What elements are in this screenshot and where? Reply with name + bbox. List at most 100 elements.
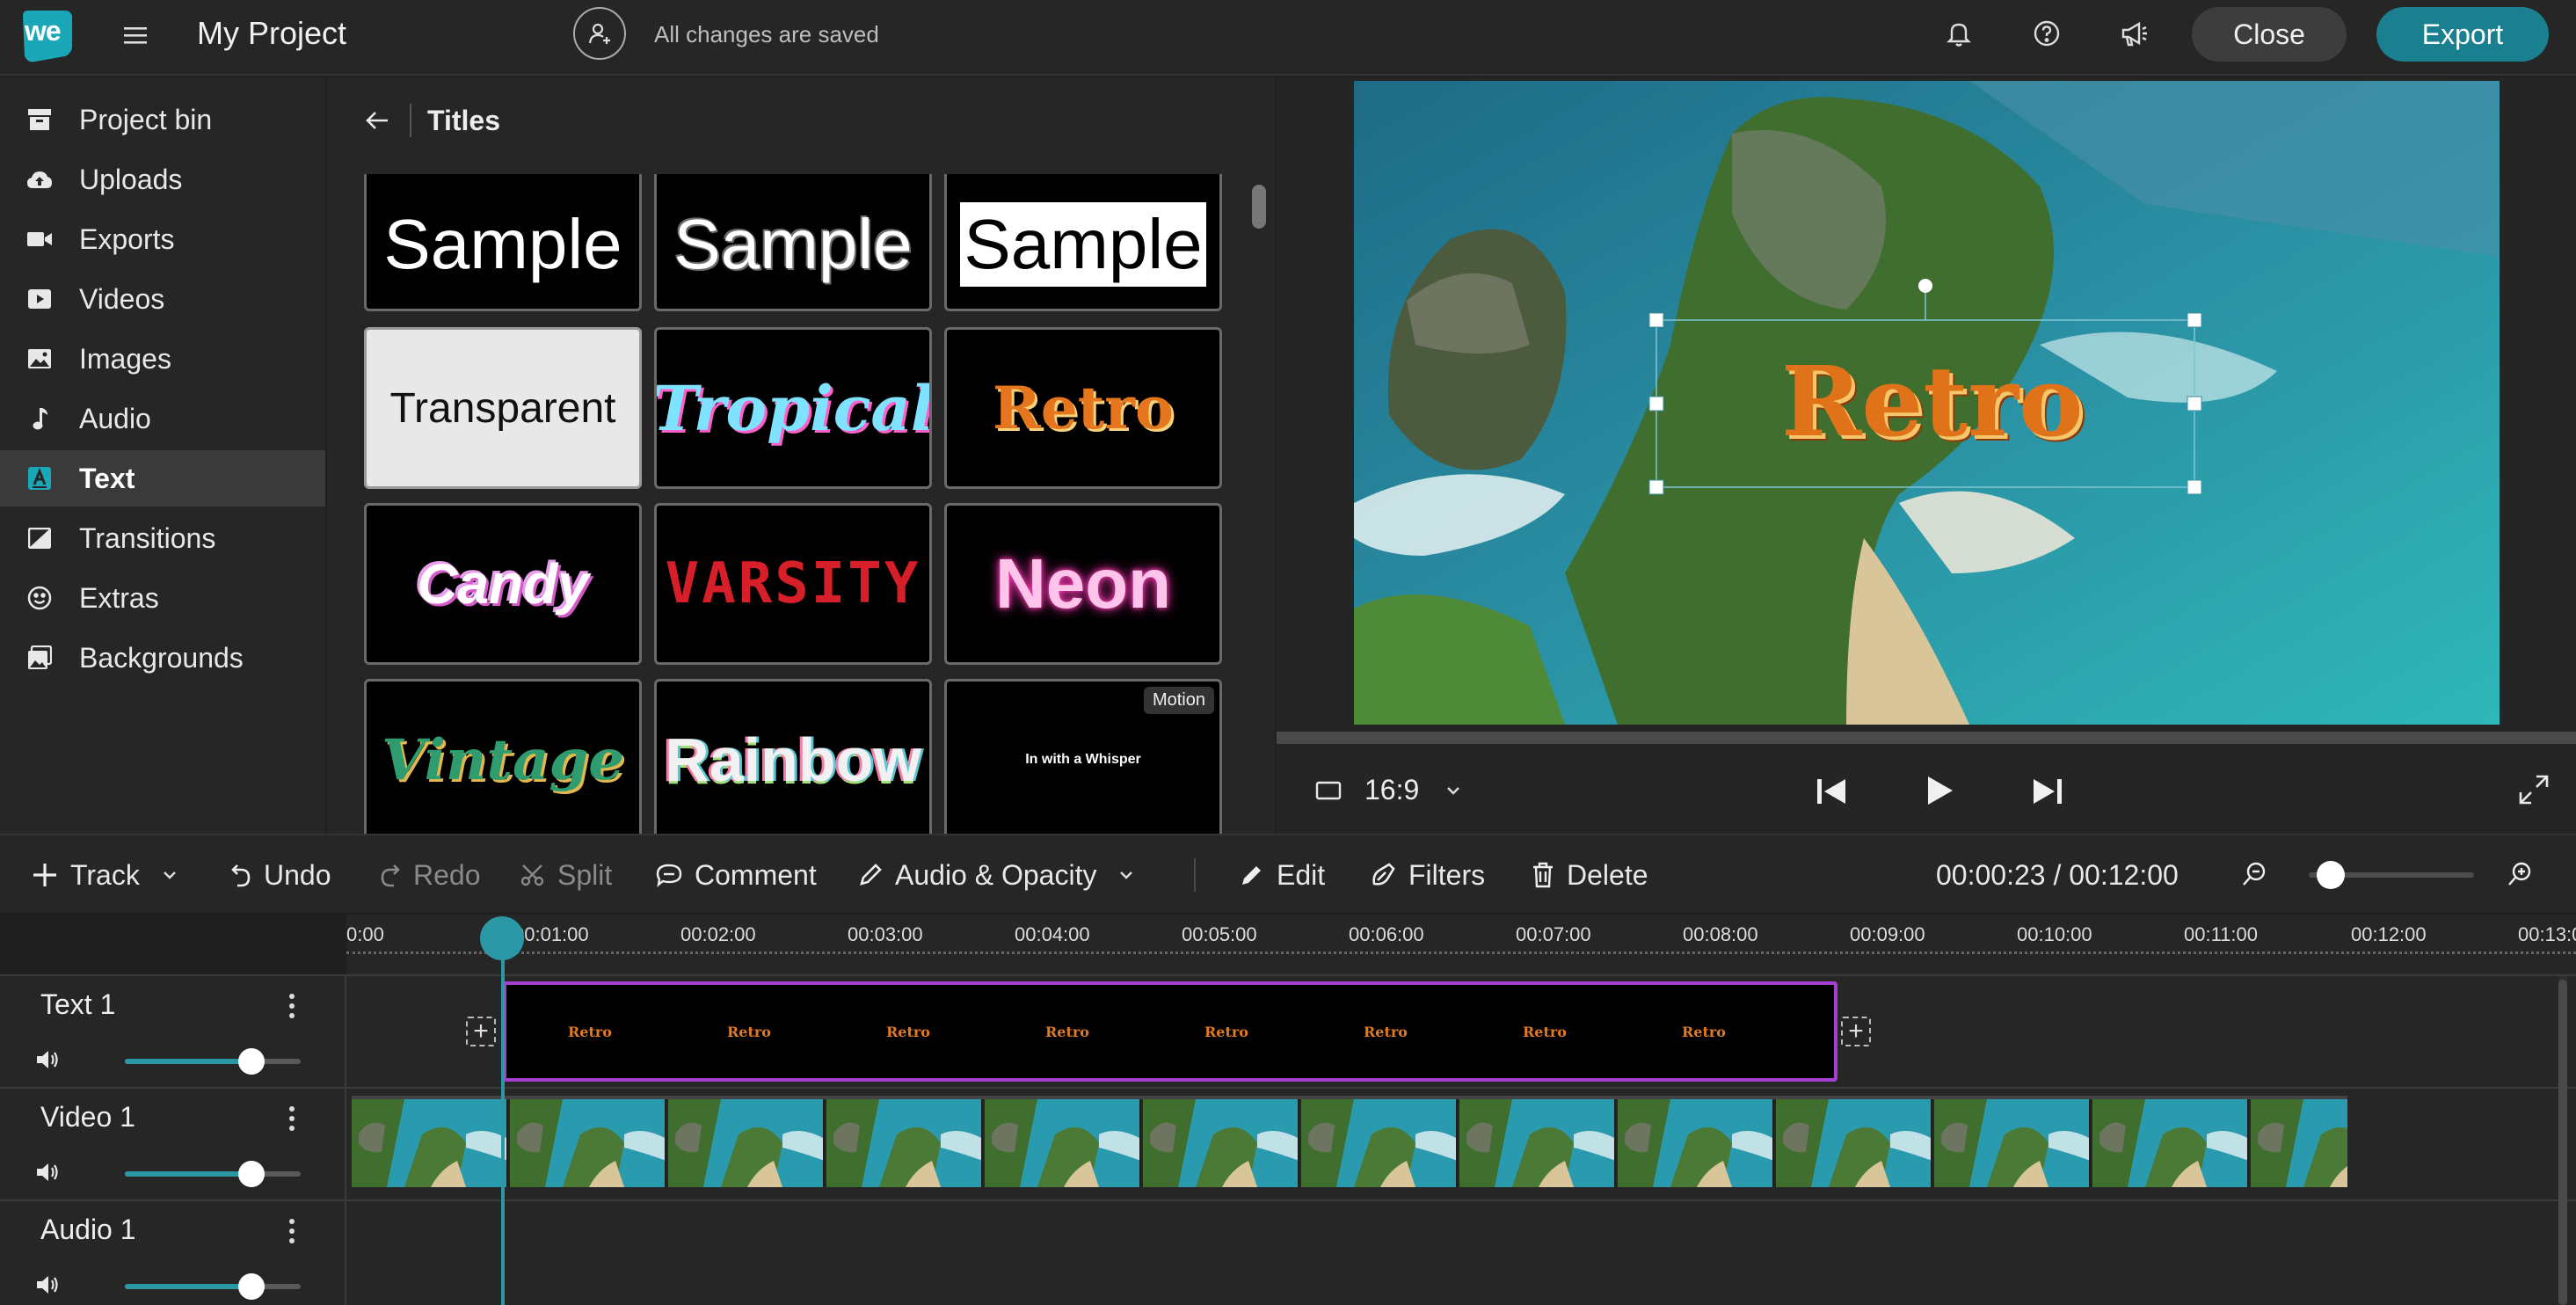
- speaker-icon[interactable]: [35, 1273, 60, 1296]
- add-track-label: Track: [70, 858, 140, 891]
- sidebar-item-project-bin[interactable]: Project bin: [0, 91, 325, 148]
- titles-scrollbar[interactable]: [1252, 185, 1266, 229]
- skip-back-icon[interactable]: [1813, 772, 1852, 811]
- add-before-clip-button[interactable]: +: [466, 1017, 496, 1046]
- split-button[interactable]: Split: [520, 835, 612, 915]
- title-tile-retro[interactable]: Retro: [944, 327, 1222, 489]
- sidebar-item-images[interactable]: Images: [0, 331, 325, 387]
- title-tile-sample-boxed[interactable]: Sample: [944, 174, 1222, 311]
- sidebar-item-extras[interactable]: Extras: [0, 570, 325, 626]
- timeline-scrollbar-thumb[interactable]: [2558, 980, 2567, 1305]
- video-frame-thumbnail: [510, 1099, 666, 1187]
- zoom-in-icon[interactable]: [2504, 858, 2536, 890]
- speaker-icon[interactable]: [35, 1161, 60, 1184]
- sidebar-item-label: Project bin: [79, 103, 213, 135]
- text-clip-retro[interactable]: Retro Retro Retro Retro Retro Retro Retro Retro: [503, 981, 1837, 1082]
- title-tile-transparent[interactable]: Transparent: [364, 327, 642, 489]
- title-tile-neon[interactable]: Neon: [944, 503, 1222, 665]
- track-volume-slider[interactable]: [125, 1273, 301, 1300]
- sidebar-item-transitions[interactable]: Transitions: [0, 510, 325, 566]
- title-tile-sample-plain[interactable]: Sample: [364, 174, 642, 311]
- sidebar-item-audio[interactable]: Audio: [0, 390, 325, 447]
- playhead-handle[interactable]: [480, 916, 524, 960]
- chevron-down-icon: [1119, 871, 1133, 879]
- project-title[interactable]: My Project: [197, 14, 346, 53]
- title-tile-sample-outline[interactable]: Sample: [654, 174, 932, 311]
- video-preview[interactable]: Retro: [1354, 81, 2500, 725]
- chevron-down-icon[interactable]: [1442, 779, 1465, 802]
- delete-button[interactable]: Delete: [1532, 835, 1648, 915]
- undo-button[interactable]: Undo: [230, 835, 331, 915]
- play-icon[interactable]: [1920, 770, 1959, 811]
- volume-knob[interactable]: [238, 1048, 265, 1075]
- tile-text: In with a Whisper: [1025, 752, 1141, 767]
- add-collaborator-icon[interactable]: [573, 7, 626, 60]
- title-tile-vintage[interactable]: Vintage: [364, 679, 642, 834]
- undo-icon: [230, 862, 251, 888]
- track-menu-icon[interactable]: [281, 1214, 302, 1249]
- sidebar-item-videos[interactable]: Videos: [0, 271, 325, 327]
- zoom-out-icon[interactable]: [2238, 858, 2270, 890]
- playback-progress-bar[interactable]: [1277, 732, 2576, 744]
- track-menu-icon[interactable]: [281, 988, 302, 1024]
- sidebar-item-label: Text: [79, 462, 135, 494]
- audio-opacity-button[interactable]: Audio & Opacity: [858, 835, 1146, 915]
- video-clip[interactable]: [352, 1096, 2347, 1187]
- sidebar-item-uploads[interactable]: Uploads: [0, 151, 325, 208]
- track-name-audio-1[interactable]: Audio 1: [40, 1214, 136, 1246]
- title-tile-candy[interactable]: Candy: [364, 503, 642, 665]
- edit-button[interactable]: Edit: [1240, 835, 1325, 915]
- track-name-video-1[interactable]: Video 1: [40, 1101, 135, 1134]
- title-tile-tropical[interactable]: Tropical: [654, 327, 932, 489]
- video-frame-thumbnail: [1618, 1099, 1774, 1187]
- speaker-icon[interactable]: [35, 1048, 60, 1071]
- trash-icon: [1532, 862, 1554, 888]
- timeline-scrollbar[interactable]: [2558, 976, 2567, 1305]
- pencil-icon: [1240, 863, 1264, 887]
- announcements-megaphone-icon[interactable]: [2117, 16, 2152, 51]
- preview-text-overlay[interactable]: Retro: [1781, 345, 2084, 458]
- ruler-tick: 00:04:00: [1015, 923, 1090, 945]
- title-tile-rainbow[interactable]: Rainbow: [654, 679, 932, 834]
- volume-knob[interactable]: [238, 1161, 265, 1187]
- timeline-ruler[interactable]: 0:00 00:01:00 00:02:00 00:03:00 00:04:00 00:0…: [346, 915, 2576, 976]
- video-frame-thumbnail: [2092, 1099, 2249, 1187]
- track-menu-icon[interactable]: [281, 1101, 302, 1136]
- toolbar-divider: [1194, 858, 1196, 892]
- ruler-tick: 00:08:00: [1683, 923, 1758, 945]
- help-icon[interactable]: [2029, 16, 2064, 51]
- skip-forward-icon[interactable]: [2027, 772, 2066, 811]
- filters-button[interactable]: Filters: [1370, 835, 1485, 915]
- split-label: Split: [557, 858, 613, 891]
- track-volume-slider[interactable]: [125, 1161, 301, 1187]
- notifications-bell-icon[interactable]: [1941, 16, 1976, 51]
- sidebar-item-exports[interactable]: Exports: [0, 211, 325, 267]
- aspect-ratio-select[interactable]: 16:9: [1364, 772, 1419, 807]
- title-tile-motion-whisper[interactable]: In with a Whisper Motion: [944, 679, 1222, 834]
- ruler-tick: 00:07:00: [1516, 923, 1591, 945]
- sidebar-item-text[interactable]: Text: [0, 450, 325, 507]
- zoom-slider-knob[interactable]: [2317, 861, 2346, 889]
- add-track-button[interactable]: Track: [32, 835, 189, 915]
- title-tile-varsity[interactable]: VARSITY: [654, 503, 932, 665]
- close-button[interactable]: Close: [2192, 7, 2347, 62]
- video-frame-thumbnail: [1934, 1099, 2091, 1187]
- sidebar-item-backgrounds[interactable]: Backgrounds: [0, 630, 325, 686]
- tile-text: Retro: [992, 374, 1175, 442]
- comment-button[interactable]: Comment: [656, 835, 817, 915]
- fullscreen-icon[interactable]: [2514, 770, 2553, 809]
- volume-knob[interactable]: [238, 1273, 265, 1300]
- export-button[interactable]: Export: [2376, 7, 2549, 62]
- backgrounds-icon: [0, 645, 79, 670]
- menu-icon[interactable]: [120, 19, 151, 51]
- add-after-clip-button[interactable]: +: [1841, 1017, 1871, 1046]
- zoom-slider[interactable]: [2309, 861, 2474, 889]
- redo-button[interactable]: Redo: [380, 835, 481, 915]
- track-name-text-1[interactable]: Text 1: [40, 988, 115, 1021]
- back-arrow-icon[interactable]: [360, 104, 394, 137]
- app-logo[interactable]: we: [18, 7, 76, 63]
- playhead-line[interactable]: [501, 930, 505, 1305]
- video-camera-icon: [0, 230, 79, 248]
- track-volume-slider[interactable]: [125, 1048, 301, 1075]
- ruler-tick: 00:03:00: [848, 923, 923, 945]
